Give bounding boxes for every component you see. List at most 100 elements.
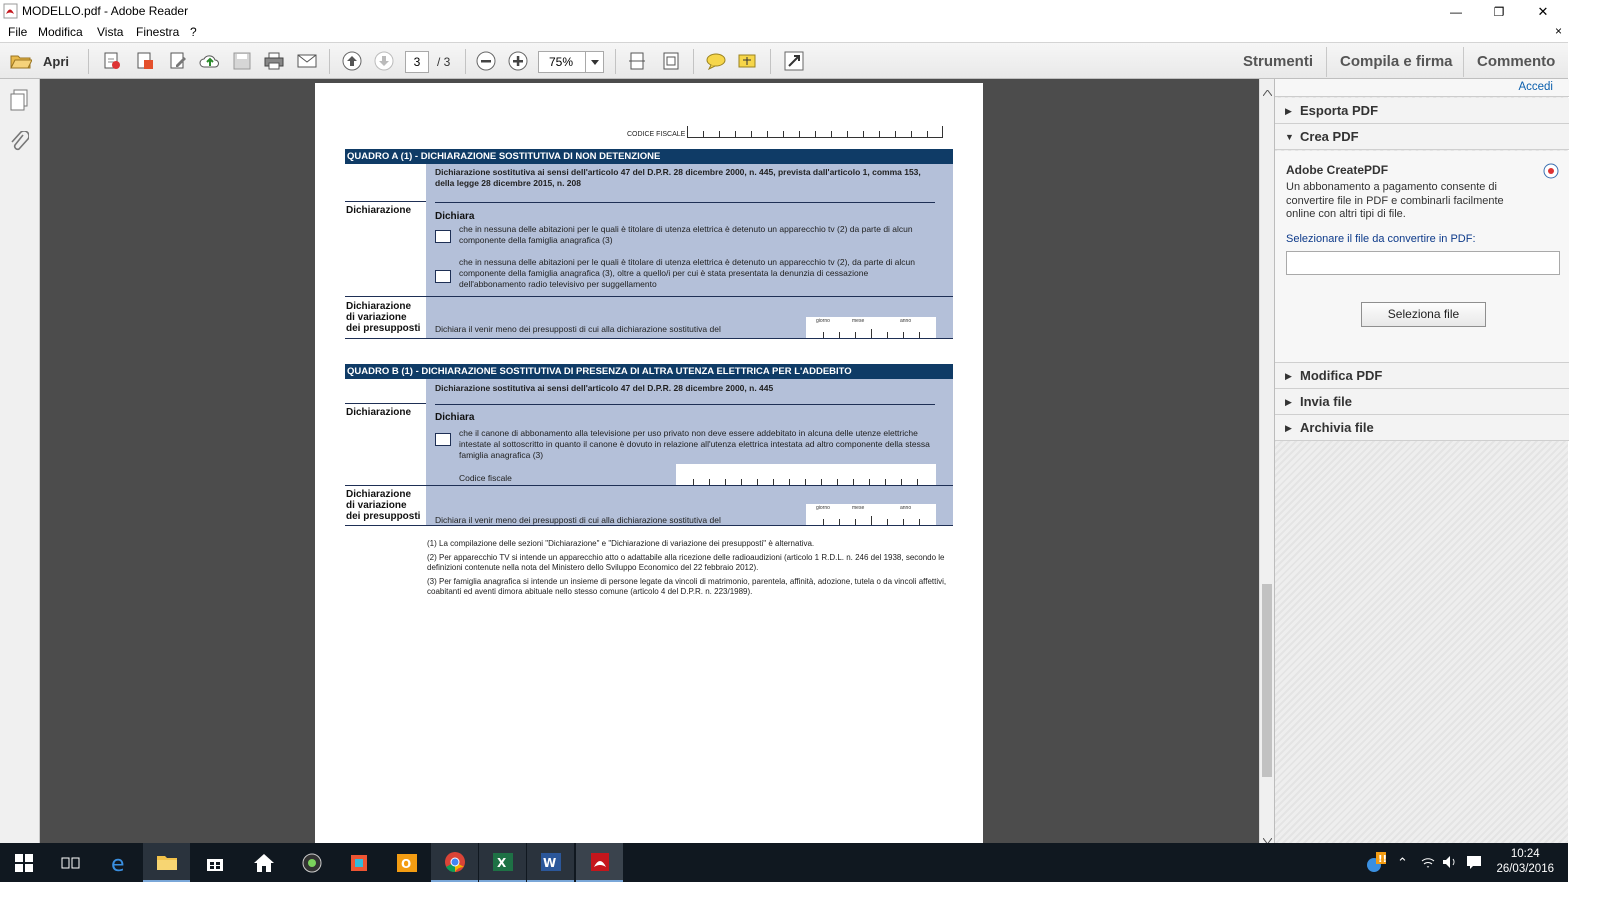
codice-fiscale-label: CODICE FISCALE (627, 131, 686, 138)
office-app-icon[interactable]: O (383, 843, 430, 882)
section-invia-file[interactable]: ▶ Invia file (1275, 389, 1569, 415)
quadro-a-option1-checkbox[interactable] (435, 230, 451, 243)
file-explorer-icon[interactable] (143, 843, 190, 882)
zoom-out-icon[interactable] (474, 50, 498, 72)
quadro-a-date-field[interactable]: giorno mese anno (806, 317, 936, 338)
home-icon[interactable] (240, 843, 287, 882)
export-pdf-icon[interactable] (133, 50, 157, 72)
quadro-b-option1-checkbox[interactable] (435, 433, 451, 446)
info-icon[interactable] (1543, 163, 1559, 184)
quadro-a-variazione-label: Dichiarazione di variazione dei presuppo… (346, 301, 421, 334)
select-file-label: Selezionare il file da convertire in PDF… (1286, 233, 1476, 245)
pdf-page: CODICE FISCALE QUADRO A (1) - DICHIARAZI… (315, 83, 983, 843)
minimize-button[interactable]: — (1433, 0, 1479, 23)
quadro-b-header: QUADRO B (1) - DICHIARAZIONE SOSTITUTIVA… (345, 364, 953, 379)
chevron-down-icon[interactable] (585, 52, 603, 72)
tab-strumenti[interactable]: Strumenti (1243, 53, 1313, 70)
document-viewer[interactable]: CODICE FISCALE QUADRO A (1) - DICHIARAZI… (40, 79, 1259, 843)
windows-start-icon[interactable] (0, 843, 47, 882)
menu-help[interactable]: ? (190, 25, 197, 39)
section-esporta-pdf[interactable]: ▶ Esporta PDF (1275, 98, 1569, 124)
restore-button[interactable]: ❐ (1476, 0, 1522, 23)
pages-thumbnail-icon[interactable] (9, 89, 29, 116)
close-document-icon[interactable]: × (1555, 24, 1562, 38)
toolbar-separator (693, 49, 694, 74)
create-pdf-icon[interactable] (100, 50, 124, 72)
chevron-down-icon: ▼ (1285, 132, 1294, 142)
next-page-icon[interactable] (372, 50, 396, 72)
close-window-button[interactable]: ✕ (1520, 0, 1566, 23)
print-icon[interactable] (262, 50, 286, 72)
file-path-input[interactable] (1286, 251, 1560, 275)
excel-icon[interactable]: X (479, 843, 526, 882)
createpdf-title: Adobe CreatePDF (1286, 163, 1389, 177)
notification-warning-icon[interactable]: !! (1366, 851, 1388, 878)
system-clock[interactable]: 10:24 26/03/2016 (1496, 847, 1554, 877)
login-link[interactable]: Accedi (1518, 81, 1553, 93)
window-title: MODELLO.pdf - Adobe Reader (22, 4, 189, 18)
document-scrollbar[interactable] (1259, 79, 1274, 845)
toolbar-separator (615, 49, 616, 74)
taskbar: e O X W !! ⌃ 10:24 26/03/2016 (0, 843, 1568, 882)
upload-cloud-icon[interactable] (198, 50, 222, 72)
attachment-icon[interactable] (9, 130, 30, 158)
volume-icon[interactable] (1442, 855, 1458, 874)
tools-pane: Accedi ▶ Esporta PDF ▼ Crea PDF Adobe Cr… (1274, 79, 1569, 843)
tab-separator (1463, 47, 1464, 77)
quadro-b-codice-fiscale-field[interactable] (676, 464, 936, 485)
fit-page-icon[interactable] (659, 50, 683, 72)
adobe-reader-taskbar-icon[interactable] (576, 843, 623, 882)
menu-bar: File Modifica Vista Finestra ? × (0, 23, 1568, 42)
paint-app-icon[interactable] (335, 843, 382, 882)
adobe-reader-icon (3, 3, 19, 19)
quadro-b-date-field[interactable]: giorno mese anno (806, 504, 936, 525)
tab-commento[interactable]: Commento (1477, 53, 1555, 70)
chevron-right-icon: ▶ (1285, 371, 1292, 381)
chrome-icon[interactable] (431, 843, 478, 882)
scroll-thumb[interactable] (1262, 584, 1272, 777)
menu-modifica[interactable]: Modifica (38, 25, 83, 39)
footnote-1: (1) La compilazione delle sezioni "Dichi… (427, 539, 815, 548)
email-icon[interactable] (295, 50, 319, 72)
quadro-b-intro: Dichiarazione sostitutiva ai sensi dell'… (435, 383, 774, 393)
wifi-icon[interactable] (1420, 855, 1436, 874)
crea-pdf-panel: Adobe CreatePDF Un abbonamento a pagamen… (1275, 151, 1569, 363)
zoom-in-icon[interactable] (506, 50, 530, 72)
store-icon[interactable] (191, 843, 238, 882)
highlight-icon[interactable] (736, 50, 760, 72)
select-file-button[interactable]: Seleziona file (1361, 302, 1486, 327)
section-archivia-file[interactable]: ▶ Archivia file (1275, 415, 1569, 441)
folder-open-icon[interactable] (9, 50, 33, 72)
zoom-select[interactable]: 75% (538, 51, 604, 73)
quadro-a-option2-checkbox[interactable] (435, 270, 451, 283)
word-icon[interactable]: W (527, 843, 574, 882)
section-modifica-pdf[interactable]: ▶ Modifica PDF (1275, 363, 1569, 389)
menu-file[interactable]: File (8, 25, 27, 39)
menu-vista[interactable]: Vista (97, 25, 123, 39)
fit-width-icon[interactable] (625, 50, 649, 72)
open-button[interactable]: Apri (43, 54, 69, 69)
task-view-icon[interactable] (47, 843, 94, 882)
comment-icon[interactable] (704, 50, 728, 72)
section-crea-pdf[interactable]: ▼ Crea PDF (1275, 124, 1569, 150)
action-center-icon[interactable] (1466, 854, 1482, 875)
expand-icon[interactable] (782, 50, 806, 72)
divider (345, 201, 426, 202)
edit-pdf-icon[interactable] (166, 50, 190, 72)
toolbar-separator (88, 49, 89, 74)
media-app-icon[interactable] (288, 843, 335, 882)
quadro-b-dichiara: Dichiara (435, 412, 475, 423)
scroll-up-icon[interactable] (1262, 83, 1273, 101)
menu-finestra[interactable]: Finestra (136, 25, 179, 39)
edge-browser-icon[interactable]: e (96, 843, 143, 882)
svg-text:O: O (401, 857, 411, 871)
codice-fiscale-field[interactable] (687, 125, 943, 138)
chevron-up-icon[interactable]: ⌃ (1397, 855, 1408, 871)
quadro-a-option1-text: che in nessuna delle abitazioni per le q… (459, 224, 913, 245)
tab-compila-e-firma[interactable]: Compila e firma (1340, 53, 1453, 70)
page-number-input[interactable]: 3 (405, 51, 429, 73)
previous-page-icon[interactable] (340, 50, 364, 72)
save-icon[interactable] (230, 50, 254, 72)
divider (345, 525, 953, 526)
svg-text:e: e (111, 852, 125, 874)
